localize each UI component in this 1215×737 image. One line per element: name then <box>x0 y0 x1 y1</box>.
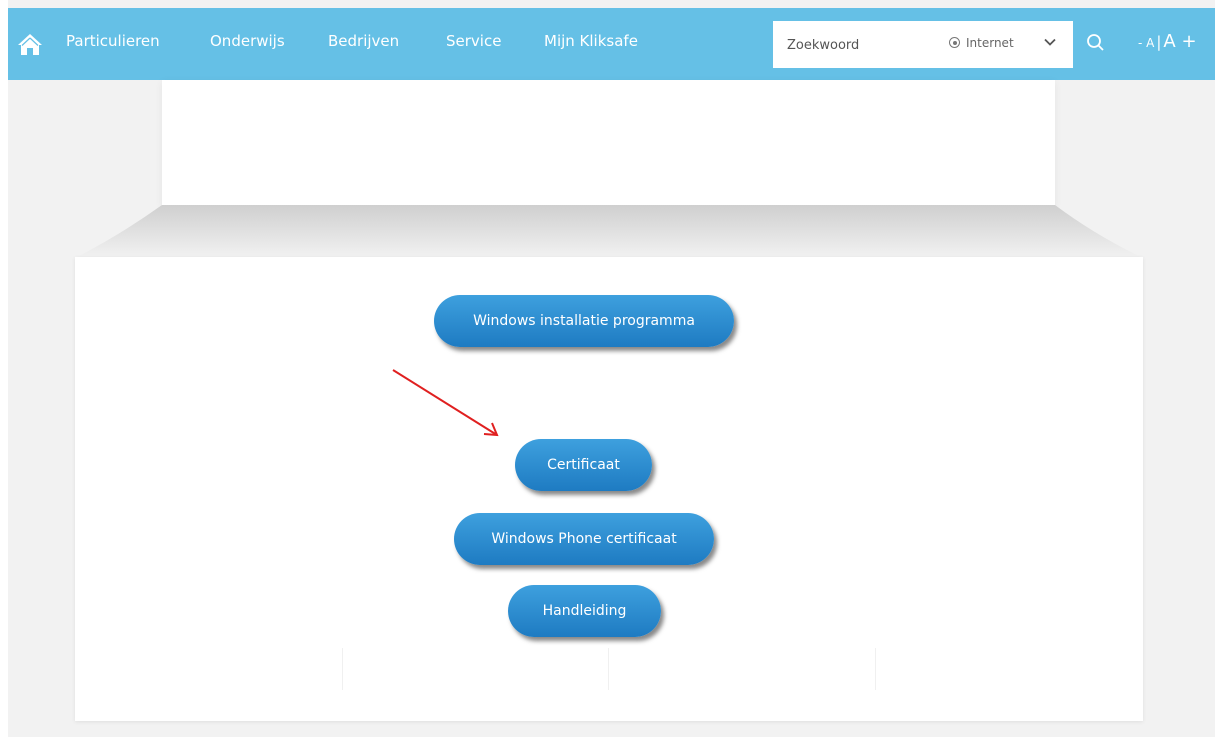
radio-icon <box>949 37 960 48</box>
home-icon[interactable] <box>16 30 44 58</box>
search-scope-select[interactable]: Internet <box>949 36 1014 50</box>
manual-button[interactable]: Handleiding <box>508 585 661 637</box>
perspective-shelf <box>75 205 1143 258</box>
windows-installer-button[interactable]: Windows installatie programma <box>434 295 734 347</box>
nav-item-bedrijven[interactable]: Bedrijven <box>328 32 399 50</box>
nav-item-onderwijs[interactable]: Onderwijs <box>210 32 285 50</box>
nav-item-service[interactable]: Service <box>446 32 501 50</box>
column-divider <box>608 648 609 690</box>
search-box: Internet <box>773 21 1073 68</box>
nav-item-particulieren[interactable]: Particulieren <box>66 32 160 50</box>
font-size-control: - A | A + <box>1138 31 1197 52</box>
nav-item-mijn-kliksafe[interactable]: Mijn Kliksafe <box>544 32 638 50</box>
font-size-separator: | <box>1156 33 1162 51</box>
search-icon[interactable] <box>1086 33 1106 57</box>
certificate-button[interactable]: Certificaat <box>515 439 652 491</box>
font-increase-button[interactable]: A + <box>1163 31 1196 52</box>
column-divider <box>875 648 876 690</box>
upper-content-panel <box>162 80 1055 206</box>
chevron-down-icon[interactable] <box>1043 34 1057 53</box>
search-scope-label: Internet <box>966 36 1014 50</box>
left-margin <box>0 0 8 737</box>
search-input[interactable] <box>787 35 937 55</box>
annotation-arrow-icon <box>392 369 499 437</box>
top-navigation-bar: Particulieren Onderwijs Bedrijven Servic… <box>8 8 1215 80</box>
windows-phone-certificate-button[interactable]: Windows Phone certificaat <box>454 513 714 565</box>
font-decrease-button[interactable]: - A <box>1138 36 1154 50</box>
column-divider <box>342 648 343 690</box>
